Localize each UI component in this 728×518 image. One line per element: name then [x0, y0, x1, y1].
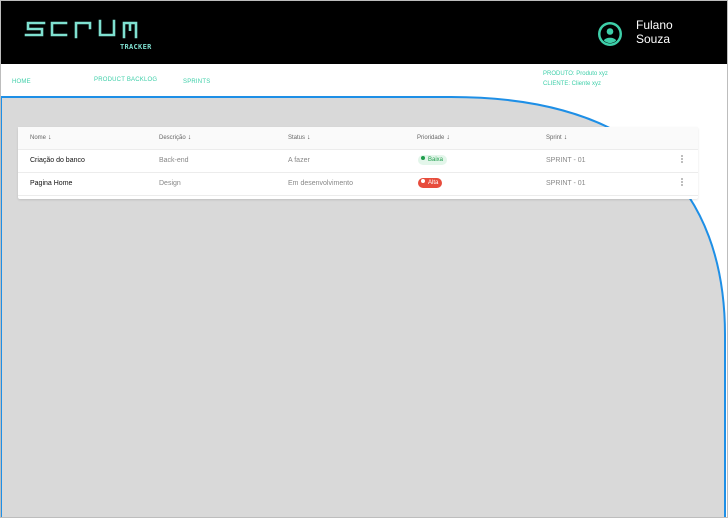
table-header: Nome ↓ Descrição ↓ Status ↓ Prioridade ↓ Spr… [18, 127, 698, 150]
navigation-bar: HOME PRODUCT BACKLOG SPRINTS PRODUTO: Pr… [1, 64, 727, 97]
arrow-down-icon: ↓ [187, 134, 192, 141]
priority-badge-high: Alta [418, 178, 443, 188]
column-header-sprint[interactable]: Sprint ↓ [546, 134, 567, 141]
table-row[interactable]: Pagina Home Design Em desenvolvimento Al… [18, 173, 698, 196]
project-client: CLIENTE: Cliente xyz [543, 81, 602, 87]
arrow-down-icon: ↓ [446, 134, 450, 141]
arrow-down-icon: ↓ [307, 134, 311, 141]
table-row[interactable]: Criação do banco Back-end A fazer Baixa … [18, 150, 698, 173]
arrow-down-icon: ↓ [48, 134, 52, 141]
priority-label: Baixa [428, 157, 444, 163]
project-info: PRODUTO: Produto xyz CLIENTE: Cliente xy… [543, 69, 608, 89]
cell-sprint: SPRINT - 01 [546, 157, 586, 164]
logo-graphic: TRACKER [24, 19, 152, 51]
cell-descricao: Design [159, 180, 181, 187]
column-header-nome[interactable]: Nome ↓ [30, 134, 52, 141]
column-header-status[interactable]: Status ↓ [288, 134, 311, 141]
scrum-tracker-logo[interactable]: TRACKER [24, 16, 164, 56]
user-circle-icon [598, 22, 622, 46]
user-name: Fulano Souza [636, 18, 673, 46]
column-label: Nome [30, 135, 47, 141]
project-product: PRODUTO: Produto xyz [543, 71, 608, 77]
main-content: Nome ↓ Descrição ↓ Status ↓ Prioridade ↓ Spr… [1, 95, 727, 517]
column-label: Descrição [159, 135, 186, 141]
cell-nome: Pagina Home [30, 180, 73, 187]
status-dot-icon [421, 156, 425, 161]
nav-home[interactable]: HOME [12, 79, 31, 85]
cell-status: A fazer [288, 157, 310, 164]
column-header-prioridade[interactable]: Prioridade ↓ [417, 134, 450, 141]
column-label: Status [288, 135, 306, 141]
nav-product-backlog[interactable]: PRODUCT BACKLOG [94, 77, 157, 83]
user-last-name: Souza [636, 32, 671, 46]
arrow-down-icon: ↓ [563, 134, 568, 141]
column-header-descricao[interactable]: Descrição ↓ [159, 134, 191, 141]
nav-sprints[interactable]: SPRINTS [183, 79, 210, 85]
header-bar: TRACKER Fulano Souza [1, 1, 727, 64]
row-menu-icon[interactable] [679, 177, 685, 189]
cell-status: Em desenvolvimento [288, 180, 353, 187]
priority-label: Alta [428, 180, 439, 186]
row-menu-icon[interactable] [679, 154, 685, 166]
column-label: Sprint [546, 135, 562, 141]
user-first-name: Fulano [636, 18, 673, 32]
logo-subtext: TRACKER [120, 43, 152, 51]
column-label: Prioridade [417, 135, 445, 141]
cell-sprint: SPRINT - 01 [546, 180, 586, 187]
backlog-table: Nome ↓ Descrição ↓ Status ↓ Prioridade ↓ Spr… [18, 127, 698, 199]
cell-descricao: Back-end [159, 157, 189, 164]
app-frame: TRACKER Fulano Souza HOME PRODUCT BACKLO… [0, 0, 728, 518]
priority-badge-low: Baixa [418, 155, 448, 165]
cell-nome: Criação do banco [30, 157, 85, 164]
status-dot-icon [421, 179, 425, 184]
